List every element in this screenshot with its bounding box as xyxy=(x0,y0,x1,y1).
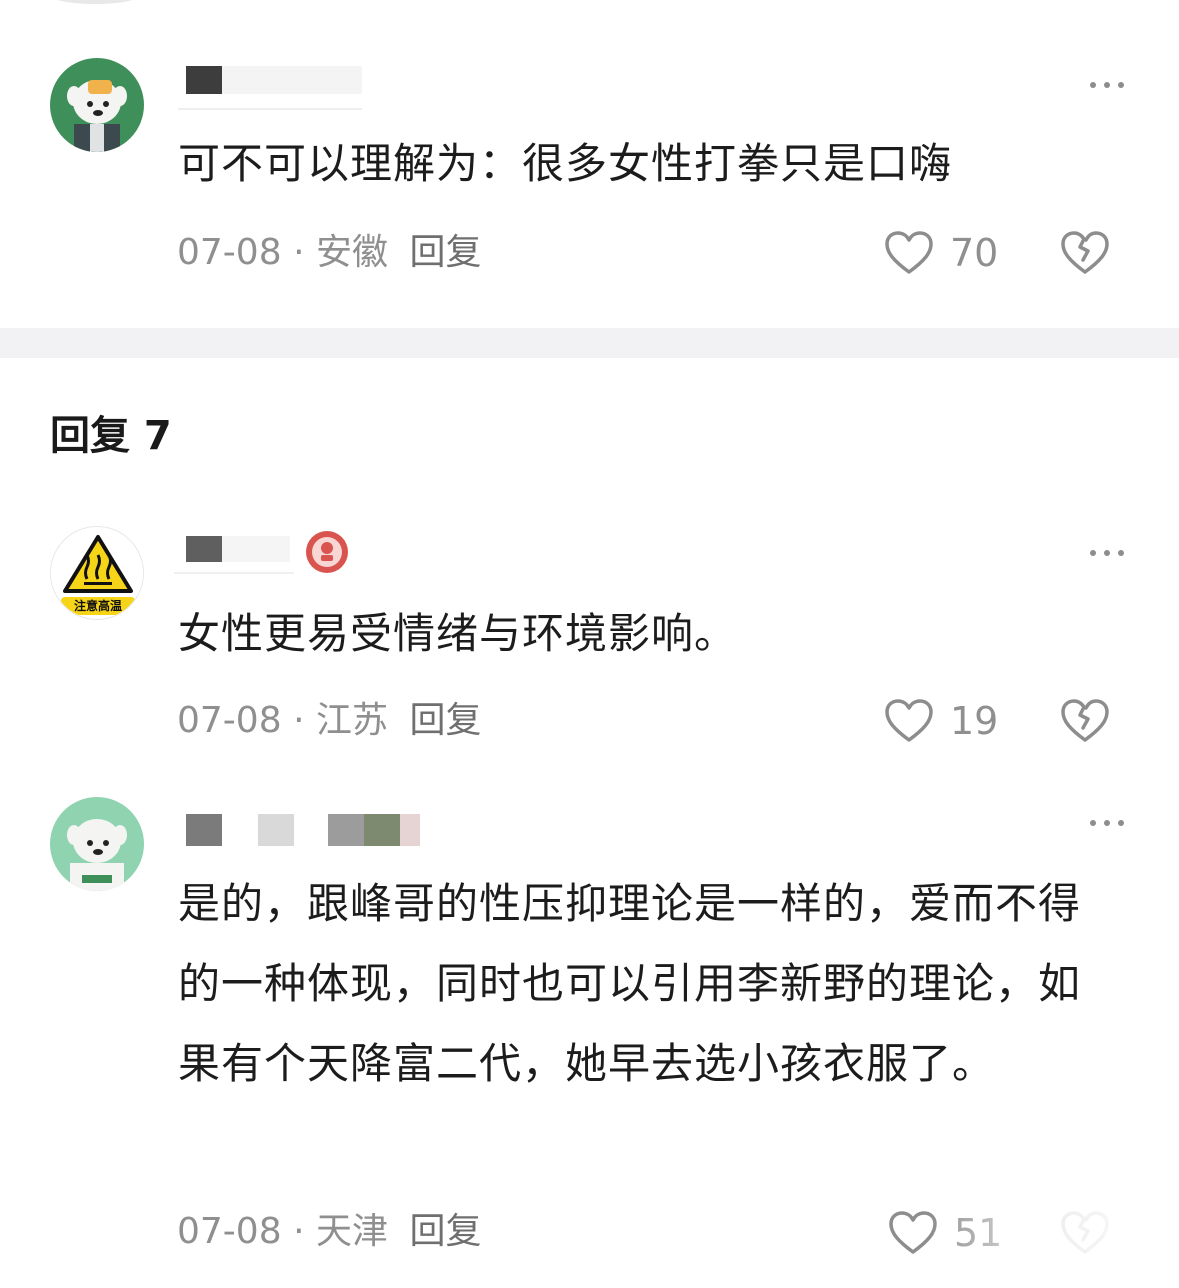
like-button[interactable]: 19 xyxy=(884,696,998,746)
broken-heart-icon xyxy=(1061,231,1109,274)
heart-icon xyxy=(885,231,933,274)
like-count: 70 xyxy=(950,231,999,275)
avatar[interactable]: 注意高温 xyxy=(50,526,144,620)
dislike-button[interactable] xyxy=(1060,229,1110,279)
like-count: 19 xyxy=(950,699,999,743)
more-options-button[interactable] xyxy=(1090,548,1124,558)
comment-date: 07-08 xyxy=(177,700,282,741)
comment-location: 安徽 xyxy=(315,232,388,273)
avatar-caption: 注意高温 xyxy=(73,599,122,613)
comment-meta: 07-08 · 安徽 回复 xyxy=(177,228,481,278)
dog-avatar-icon xyxy=(50,58,144,152)
comment-location: 天津 xyxy=(315,1211,388,1252)
previous-avatar-edge xyxy=(50,0,140,4)
dog-avatar-icon xyxy=(50,797,144,891)
comment-meta: 07-08 · 江苏 回复 xyxy=(177,696,481,746)
avatar[interactable] xyxy=(50,58,144,152)
username-redacted[interactable] xyxy=(178,806,428,846)
comment-date: 07-08 xyxy=(177,232,282,273)
avatar[interactable] xyxy=(50,797,144,891)
reply-button[interactable]: 回复 xyxy=(409,700,481,741)
badge-icon[interactable] xyxy=(304,529,350,575)
heart-icon xyxy=(885,699,933,742)
comment-date: 07-08 xyxy=(177,1211,282,1252)
reply-button[interactable]: 回复 xyxy=(409,232,481,273)
like-button[interactable]: 70 xyxy=(884,228,998,278)
section-divider xyxy=(0,328,1179,358)
comment-location: 江苏 xyxy=(315,700,388,741)
dislike-button[interactable] xyxy=(1060,697,1110,747)
comment-meta: 07-08 · 天津 回复 xyxy=(177,1207,481,1257)
comment-text: 是的，跟峰哥的性压抑理论是一样的，爱而不得的一种体现，同时也可以引用李新野的理论… xyxy=(178,879,1082,1088)
broken-heart-icon xyxy=(1061,699,1109,742)
more-options-button[interactable] xyxy=(1090,818,1124,828)
bottom-right-fade-overlay xyxy=(930,1195,1179,1288)
meta-separator: · xyxy=(293,700,305,741)
meta-separator: · xyxy=(293,232,305,273)
more-options-button[interactable] xyxy=(1090,80,1124,90)
username-redacted[interactable] xyxy=(178,62,368,110)
comment-text: 可不可以理解为：很多女性打拳只是口嗨 xyxy=(178,139,953,188)
comment-text: 女性更易受情绪与环境影响。 xyxy=(178,609,738,658)
medal-badge-icon xyxy=(306,531,348,573)
meta-separator: · xyxy=(293,1211,305,1252)
replies-header: 回复 7 xyxy=(50,413,172,459)
reply-button[interactable]: 回复 xyxy=(409,1211,481,1252)
